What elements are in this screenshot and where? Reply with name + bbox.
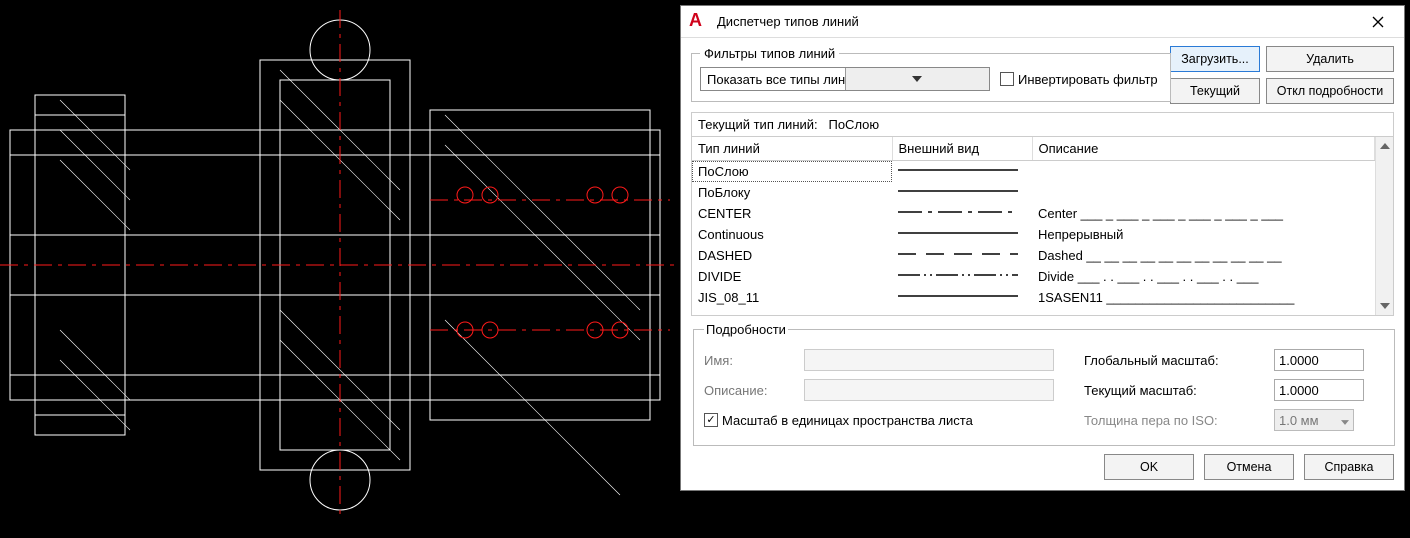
close-icon	[1372, 16, 1384, 28]
titlebar[interactable]: Диспетчер типов линий	[681, 6, 1404, 38]
autocad-logo-icon	[689, 12, 709, 32]
row-appearance	[892, 287, 1032, 308]
iso-pen-value: 1.0 мм	[1279, 413, 1319, 428]
row-name: JIS_08_11	[692, 287, 892, 308]
row-description: Dashed __ __ __ __ __ __ __ __ __ __ __	[1032, 245, 1375, 266]
invert-filter-checkbox[interactable]: Инвертировать фильтр	[1000, 72, 1158, 87]
row-name: ПоБлоку	[692, 182, 892, 203]
ok-button[interactable]: OK	[1104, 454, 1194, 480]
chevron-down-icon	[1341, 413, 1349, 428]
current-linetype-value: ПоСлою	[828, 117, 879, 132]
load-button[interactable]: Загрузить...	[1170, 46, 1260, 72]
checkbox-icon	[1000, 72, 1014, 86]
checkbox-checked-icon: ✓	[704, 413, 718, 427]
row-description: 1SASEN11 __________________________	[1032, 287, 1375, 308]
filters-group: Фильтры типов линий Показать все типы ли…	[691, 46, 1171, 102]
detail-name-input	[804, 349, 1054, 371]
scroll-up-icon[interactable]	[1376, 137, 1393, 155]
table-row[interactable]: ПоБлоку	[692, 182, 1375, 203]
row-appearance	[892, 224, 1032, 245]
paperspace-scale-checkbox[interactable]: ✓ Масштаб в единицах пространства листа	[704, 413, 973, 428]
global-scale-input[interactable]: 1.0000	[1274, 349, 1364, 371]
table-row[interactable]: ПоСлою	[692, 161, 1375, 183]
row-description	[1032, 161, 1375, 183]
toggle-details-button[interactable]: Откл подробности	[1266, 78, 1394, 104]
iso-pen-label: Толщина пера по ISO:	[1084, 413, 1264, 428]
delete-button[interactable]: Удалить	[1266, 46, 1394, 72]
vertical-scrollbar[interactable]	[1375, 137, 1393, 315]
row-name: Continuous	[692, 224, 892, 245]
details-group: Подробности Имя: Описание: ✓ Масштаб в	[693, 322, 1395, 446]
col-description[interactable]: Описание	[1032, 137, 1375, 161]
close-button[interactable]	[1356, 7, 1400, 37]
row-name: DIVIDE	[692, 266, 892, 287]
set-current-button[interactable]: Текущий	[1170, 78, 1260, 104]
help-button[interactable]: Справка	[1304, 454, 1394, 480]
dialog-title: Диспетчер типов линий	[717, 14, 1356, 29]
table-row[interactable]: JIS_08_11 1SASEN11 ______________________…	[692, 287, 1375, 308]
cancel-button[interactable]: Отмена	[1204, 454, 1294, 480]
detail-desc-input	[804, 379, 1054, 401]
detail-name-label: Имя:	[704, 353, 794, 368]
scroll-down-icon[interactable]	[1376, 297, 1393, 315]
current-linetype-label: Текущий тип линий:	[698, 117, 818, 132]
row-appearance	[892, 203, 1032, 224]
filter-dropdown-value: Показать все типы линий	[701, 72, 845, 87]
global-scale-label: Глобальный масштаб:	[1084, 353, 1264, 368]
row-appearance	[892, 161, 1032, 183]
detail-desc-label: Описание:	[704, 383, 794, 398]
row-appearance	[892, 245, 1032, 266]
current-scale-label: Текущий масштаб:	[1084, 383, 1264, 398]
linetype-table[interactable]: Тип линий Внешний вид Описание ПоСлоюПоБ…	[691, 136, 1394, 316]
filters-legend: Фильтры типов линий	[700, 46, 839, 61]
table-row[interactable]: DIVIDE Divide ___ . . ___ . . ___ . . ___…	[692, 266, 1375, 287]
current-linetype-row: Текущий тип линий: ПоСлою	[691, 112, 1394, 136]
paperspace-scale-label: Масштаб в единицах пространства листа	[722, 413, 973, 428]
invert-filter-label: Инвертировать фильтр	[1018, 72, 1158, 87]
row-description: Непрерывный	[1032, 224, 1375, 245]
cad-drawing-viewport[interactable]	[0, 0, 680, 538]
row-appearance	[892, 182, 1032, 203]
iso-pen-select: 1.0 мм	[1274, 409, 1354, 431]
filter-dropdown[interactable]: Показать все типы линий	[700, 67, 990, 91]
row-name: ПоСлою	[692, 161, 892, 183]
table-row[interactable]: CENTER Center ___ _ ___ _ ___ _ ___ _ ___…	[692, 203, 1375, 224]
table-row[interactable]: Continuous Непрерывный	[692, 224, 1375, 245]
row-description	[1032, 182, 1375, 203]
row-description: Divide ___ . . ___ . . ___ . . ___ . . _…	[1032, 266, 1375, 287]
row-description: Center ___ _ ___ _ ___ _ ___ _ ___ _ ___	[1032, 203, 1375, 224]
linetype-manager-dialog: Диспетчер типов линий Загрузить... Удали…	[680, 5, 1405, 491]
row-name: CENTER	[692, 203, 892, 224]
col-appearance[interactable]: Внешний вид	[892, 137, 1032, 161]
row-appearance	[892, 266, 1032, 287]
details-legend: Подробности	[704, 322, 788, 337]
col-linetype[interactable]: Тип линий	[692, 137, 892, 161]
chevron-down-icon	[845, 68, 990, 90]
table-row[interactable]: DASHED Dashed __ __ __ __ __ __ __ __ __ …	[692, 245, 1375, 266]
row-name: DASHED	[692, 245, 892, 266]
current-scale-input[interactable]: 1.0000	[1274, 379, 1364, 401]
